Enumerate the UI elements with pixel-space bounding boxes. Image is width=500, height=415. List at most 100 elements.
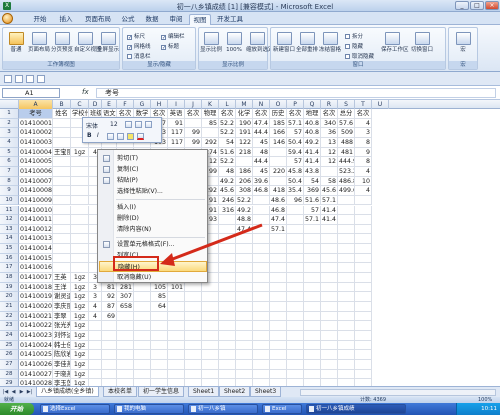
table-cell[interactable]: [102, 359, 117, 370]
table-cell[interactable]: [338, 244, 355, 254]
table-cell[interactable]: 39.6: [253, 176, 270, 187]
header-cell[interactable]: 姓名: [53, 109, 71, 119]
table-cell[interactable]: 57.1: [287, 118, 304, 129]
table-cell[interactable]: [185, 118, 202, 129]
table-cell[interactable]: [270, 321, 287, 331]
table-cell[interactable]: [355, 350, 372, 360]
table-cell[interactable]: [287, 330, 304, 341]
table-cell[interactable]: [253, 224, 270, 235]
table-cell[interactable]: [253, 302, 270, 312]
row-header[interactable]: 22: [0, 311, 19, 322]
save-icon[interactable]: [4, 75, 12, 83]
table-cell[interactable]: [185, 302, 202, 312]
table-cell[interactable]: [151, 311, 168, 322]
table-cell[interactable]: [338, 234, 355, 245]
table-cell[interactable]: 87: [102, 302, 117, 312]
table-cell[interactable]: [236, 273, 253, 283]
table-cell[interactable]: [270, 311, 287, 322]
column-header-r[interactable]: R: [321, 100, 338, 109]
table-cell[interactable]: [355, 263, 372, 274]
table-cell[interactable]: [117, 369, 134, 380]
page-break-preview-button[interactable]: 分页预览: [51, 32, 73, 53]
menu-cut[interactable]: 剪切(T): [99, 153, 207, 164]
table-cell[interactable]: [53, 205, 71, 216]
table-cell[interactable]: [71, 224, 89, 235]
table-cell[interactable]: [71, 186, 89, 196]
table-cell[interactable]: [287, 311, 304, 322]
arrange-all-button[interactable]: 全部重排: [296, 32, 318, 53]
row-header[interactable]: 14: [0, 234, 19, 245]
row-header[interactable]: 9: [0, 186, 19, 196]
normal-view-button[interactable]: 普通: [5, 32, 27, 53]
table-cell[interactable]: [71, 234, 89, 245]
row-header[interactable]: 5: [0, 147, 19, 158]
column-header-i[interactable]: I: [168, 100, 185, 109]
table-cell[interactable]: 50.4: [287, 176, 304, 187]
table-cell[interactable]: [202, 311, 219, 322]
table-cell[interactable]: [338, 224, 355, 235]
table-cell[interactable]: 340: [321, 118, 338, 129]
table-cell[interactable]: [89, 330, 102, 341]
table-cell[interactable]: 369: [304, 186, 321, 196]
formula-bar-checkbox[interactable]: ✓ 编辑栏: [161, 32, 185, 41]
table-cell[interactable]: 316: [219, 205, 236, 216]
table-cell[interactable]: 4: [89, 302, 102, 312]
table-cell[interactable]: 01410026: [19, 359, 53, 370]
row-header[interactable]: 28: [0, 369, 19, 380]
table-cell[interactable]: [355, 205, 372, 216]
table-cell[interactable]: [53, 224, 71, 235]
table-cell[interactable]: [236, 340, 253, 351]
table-cell[interactable]: 1gz: [71, 147, 89, 158]
table-cell[interactable]: 52.2: [219, 128, 236, 138]
table-cell[interactable]: [253, 253, 270, 264]
table-cell[interactable]: 1gz: [71, 292, 89, 302]
table-cell[interactable]: [287, 273, 304, 283]
table-cell[interactable]: 45.6: [321, 186, 338, 196]
table-cell[interactable]: [102, 321, 117, 331]
menu-clear-contents[interactable]: 清除内容(N): [99, 224, 207, 235]
table-cell[interactable]: 01410023: [19, 330, 53, 341]
table-cell[interactable]: [355, 224, 372, 235]
table-cell[interactable]: 45: [253, 166, 270, 177]
table-cell[interactable]: 45: [253, 137, 270, 148]
table-cell[interactable]: [219, 244, 236, 254]
table-cell[interactable]: [355, 292, 372, 302]
column-header-f[interactable]: F: [117, 100, 134, 109]
row-header[interactable]: 26: [0, 350, 19, 360]
table-cell[interactable]: 1gz: [71, 330, 89, 341]
table-cell[interactable]: [287, 215, 304, 225]
table-cell[interactable]: [151, 350, 168, 360]
table-cell[interactable]: [304, 321, 321, 331]
table-cell[interactable]: 85: [202, 118, 219, 129]
table-cell[interactable]: [270, 369, 287, 380]
table-cell[interactable]: 王宝丽: [53, 147, 71, 158]
table-cell[interactable]: [321, 302, 338, 312]
table-cell[interactable]: 4: [355, 118, 372, 129]
table-cell[interactable]: [219, 350, 236, 360]
table-cell[interactable]: 10: [355, 176, 372, 187]
table-cell[interactable]: [236, 359, 253, 370]
table-cell[interactable]: 47.4: [253, 118, 270, 129]
table-cell[interactable]: [253, 282, 270, 293]
table-cell[interactable]: [253, 340, 270, 351]
table-cell[interactable]: [151, 330, 168, 341]
table-cell[interactable]: 01410001: [19, 118, 53, 129]
row-header[interactable]: 13: [0, 224, 19, 235]
table-cell[interactable]: 117: [168, 137, 185, 148]
table-cell[interactable]: 307: [117, 292, 134, 302]
customize-icon[interactable]: [37, 75, 45, 83]
bold-button[interactable]: B: [87, 132, 92, 139]
table-cell[interactable]: [236, 350, 253, 360]
table-cell[interactable]: [134, 330, 151, 341]
table-cell[interactable]: 52.2: [219, 157, 236, 167]
row-header[interactable]: 2: [0, 118, 19, 129]
table-cell[interactable]: 01410012: [19, 224, 53, 235]
table-cell[interactable]: 韩士佳: [53, 340, 71, 351]
table-cell[interactable]: 44.4: [253, 157, 270, 167]
table-cell[interactable]: [53, 137, 71, 148]
table-cell[interactable]: [321, 379, 338, 386]
table-cell[interactable]: [270, 147, 287, 158]
table-cell[interactable]: [219, 234, 236, 245]
table-cell[interactable]: [304, 340, 321, 351]
table-cell[interactable]: [117, 350, 134, 360]
